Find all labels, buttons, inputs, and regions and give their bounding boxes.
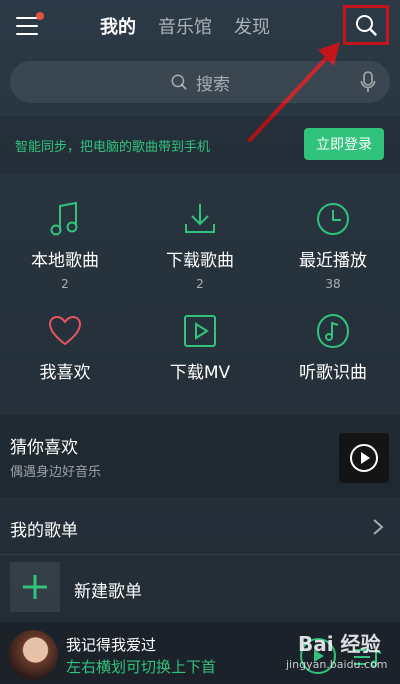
music-recognition-label: 听歌识曲: [299, 363, 367, 383]
add-playlist-button[interactable]: [10, 562, 60, 612]
search-icon: [171, 74, 187, 90]
guess-play-button[interactable]: [339, 433, 389, 483]
download-mv-label: 下载MV: [169, 363, 231, 383]
download-icon: [185, 204, 215, 233]
song-title: 我记得我爱过: [66, 636, 157, 654]
tab-mine[interactable]: 我的: [100, 13, 136, 39]
player-play-button[interactable]: [300, 638, 336, 674]
notification-dot: [36, 12, 44, 20]
album-cover[interactable]: [8, 630, 58, 680]
login-button[interactable]: 立即登录: [304, 128, 384, 160]
tab-music-hall[interactable]: 音乐馆: [158, 13, 212, 39]
heart-icon: [48, 315, 82, 346]
guess-you-like[interactable]: 猜你喜欢 偶遇身边好音乐: [0, 415, 400, 497]
local-songs-label: 本地歌曲: [31, 251, 99, 271]
video-play-icon: [184, 315, 216, 347]
top-bar: 我的 音乐馆 发现: [0, 0, 400, 56]
music-note-icon: [50, 201, 78, 236]
chevron-right-icon: [373, 519, 384, 535]
clock-icon: [317, 203, 349, 235]
guess-title: 猜你喜欢: [10, 438, 78, 458]
sync-banner: 智能同步，把电脑的歌曲带到手机 立即登录: [0, 116, 400, 174]
new-playlist-label: 新建歌单: [74, 582, 142, 602]
play-icon: [314, 650, 324, 662]
recent-plays-item[interactable]: 最近播放 38: [268, 200, 398, 291]
new-playlist-row[interactable]: 新建歌单: [0, 560, 400, 616]
favorites-item[interactable]: 我喜欢: [0, 312, 130, 383]
music-recognize-icon: [316, 313, 350, 349]
recent-plays-count: 38: [325, 277, 341, 291]
divider: [0, 554, 400, 555]
search-placeholder: 搜索: [196, 74, 230, 95]
local-songs-count: 2: [61, 277, 69, 291]
guess-subtitle: 偶遇身边好音乐: [10, 465, 102, 480]
mini-player[interactable]: 我记得我爱过 左右横划可切换上下首: [0, 621, 400, 684]
search-button[interactable]: [343, 5, 389, 45]
downloaded-songs-count: 2: [196, 277, 204, 291]
play-icon: [350, 444, 378, 472]
sync-text: 智能同步，把电脑的歌曲带到手机: [15, 140, 211, 155]
downloaded-songs-item[interactable]: 下载歌曲 2: [135, 200, 265, 291]
main-tabs: 我的 音乐馆 发现: [100, 13, 270, 39]
my-playlists-title: 我的歌单: [10, 521, 78, 541]
music-recognition-item[interactable]: 听歌识曲: [268, 312, 398, 383]
plus-icon: [23, 575, 47, 599]
swipe-hint: 左右横划可切换上下首: [66, 658, 217, 676]
recent-plays-label: 最近播放: [299, 251, 367, 271]
microphone-icon[interactable]: [360, 71, 376, 93]
search-bar[interactable]: 搜索: [10, 61, 390, 103]
tab-discover[interactable]: 发现: [234, 13, 270, 39]
downloaded-songs-label: 下载歌曲: [166, 251, 234, 271]
playlist-icon[interactable]: [352, 646, 382, 668]
local-songs-item[interactable]: 本地歌曲 2: [0, 200, 130, 291]
menu-icon[interactable]: [16, 12, 44, 35]
search-icon: [356, 15, 377, 36]
favorites-label: 我喜欢: [39, 363, 91, 383]
download-mv-item[interactable]: 下载MV: [135, 312, 265, 383]
my-playlists-row[interactable]: 我的歌单: [0, 500, 400, 554]
